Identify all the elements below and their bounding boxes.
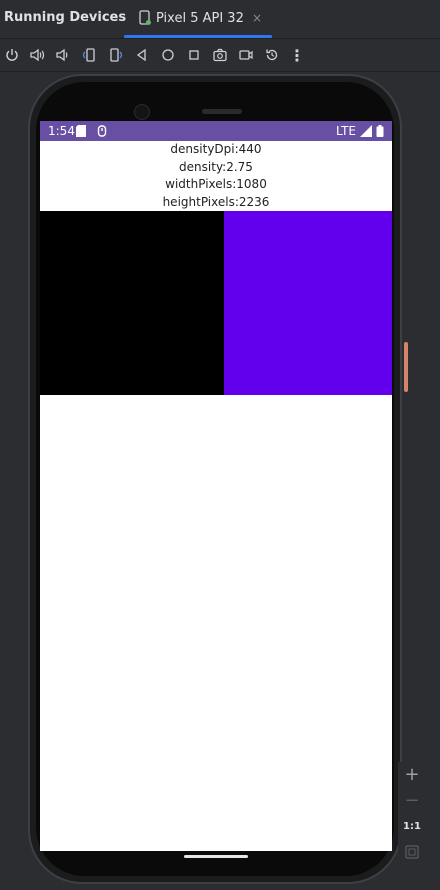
tool-window-header: Running Devices Pixel 5 API 32 ×	[0, 0, 440, 39]
width-pixels-text: widthPixels:1080	[165, 177, 267, 191]
reset-button[interactable]	[262, 45, 282, 65]
device-icon	[139, 10, 151, 25]
purple-box	[224, 211, 392, 395]
rotate-right-icon	[110, 48, 123, 62]
fit-screen-icon	[405, 845, 419, 859]
status-time: 1:54	[48, 124, 75, 138]
display-metrics-info: densityDpi:440 density:2.75 widthPixels:…	[40, 141, 392, 211]
status-bar: 1:54 LTE	[40, 121, 392, 141]
earpiece-speaker	[202, 109, 242, 114]
tab-selected-indicator	[124, 35, 272, 38]
fit-screen-button[interactable]	[400, 840, 424, 864]
screenshot-button[interactable]	[210, 45, 230, 65]
more-icon[interactable]: ⋮	[287, 45, 307, 65]
volume-up-button[interactable]	[27, 45, 47, 65]
screenshot-icon	[213, 48, 227, 62]
network-type: LTE	[336, 124, 356, 138]
back-button[interactable]	[132, 45, 152, 65]
side-button[interactable]	[404, 342, 408, 392]
density-dpi-text: densityDpi:440	[170, 142, 262, 156]
volume-down-button[interactable]	[52, 45, 72, 65]
rotate-left-icon	[82, 48, 95, 62]
black-box	[40, 211, 224, 395]
close-icon[interactable]: ×	[252, 11, 262, 25]
notification-icon	[97, 125, 107, 137]
tab-label: Pixel 5 API 32	[156, 11, 244, 26]
screen-record-button[interactable]	[236, 45, 256, 65]
device-screen[interactable]: 1:54 LTE densityDpi:440 density:2.75 wid…	[40, 121, 392, 851]
front-camera	[134, 104, 150, 120]
panel-title: Running Devices	[4, 10, 127, 25]
actual-size-button[interactable]: 1:1	[400, 814, 424, 838]
rotate-left-button[interactable]	[79, 45, 99, 65]
zoom-out-button[interactable]: −	[400, 788, 424, 812]
home-button[interactable]	[158, 45, 178, 65]
signal-icon	[360, 125, 372, 137]
rotate-right-button[interactable]	[106, 45, 126, 65]
tab-pixel-5-api-32[interactable]: Pixel 5 API 32 ×	[124, 0, 272, 38]
reset-icon	[266, 49, 278, 61]
zoom-controls: + − 1:1	[398, 762, 426, 866]
volume-up-icon	[30, 48, 45, 62]
power-icon	[6, 49, 18, 61]
overview-icon	[189, 50, 199, 60]
home-icon	[162, 49, 174, 61]
height-pixels-text: heightPixels:2236	[162, 194, 270, 209]
back-icon	[136, 48, 146, 62]
density-text: density:2.75	[179, 159, 253, 174]
screen-record-icon	[239, 50, 253, 60]
volume-down-icon	[56, 48, 68, 62]
overview-button[interactable]	[184, 45, 204, 65]
sd-card-icon	[76, 125, 86, 137]
power-button[interactable]	[2, 45, 22, 65]
battery-icon	[376, 125, 384, 137]
zoom-in-button[interactable]: +	[400, 762, 424, 786]
gesture-nav-handle[interactable]	[184, 855, 248, 858]
status-right-group: LTE	[336, 124, 384, 138]
device-toolbar: ⋮	[0, 39, 440, 72]
